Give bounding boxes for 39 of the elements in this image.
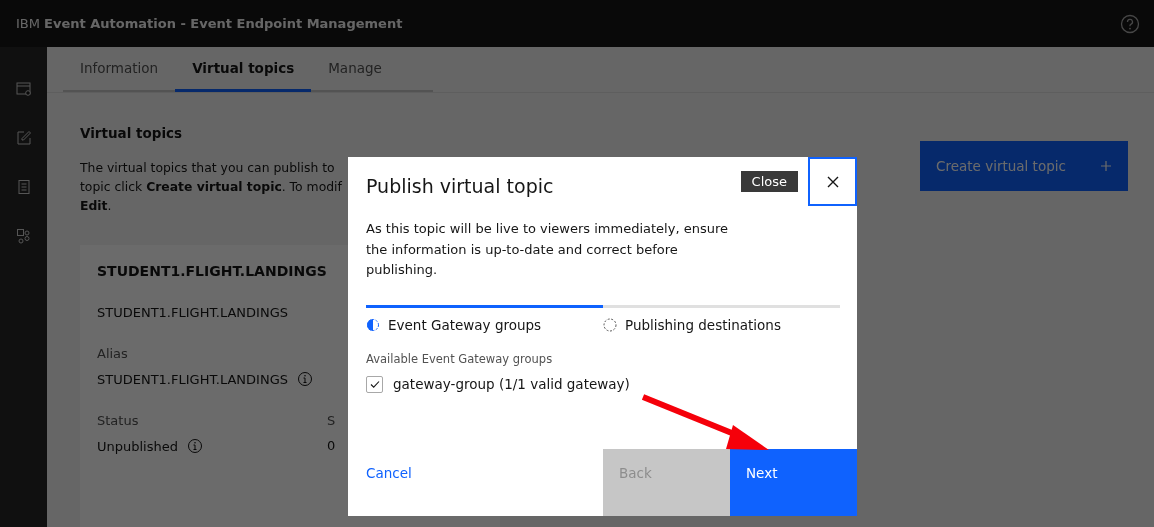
topic-name: STUDENT1.FLIGHT.LANDINGS xyxy=(97,305,288,320)
field-value: STUDENT1.FLIGHT.LANDINGS xyxy=(97,371,288,387)
description-text: Edit. xyxy=(80,197,112,215)
card-title: STUDENT1.FLIGHT.LANDINGS xyxy=(97,263,327,279)
field-value: 0 xyxy=(327,438,336,453)
field-label: S xyxy=(327,413,336,428)
plus-icon xyxy=(1100,160,1112,172)
next-button[interactable]: Next xyxy=(730,449,857,516)
dialog-title: Publish virtual topic xyxy=(366,175,554,197)
description-text: The virtual topics that you can publish to xyxy=(80,159,335,177)
info-icon[interactable] xyxy=(187,438,203,454)
edit-icon[interactable] xyxy=(15,130,32,146)
field-label: Alias xyxy=(97,346,128,361)
step-incomplete-icon xyxy=(603,317,617,332)
help-icon[interactable] xyxy=(1120,13,1140,34)
step-current-icon xyxy=(366,317,380,332)
checkbox[interactable] xyxy=(366,375,383,393)
check-icon xyxy=(368,378,381,390)
progress-step[interactable]: Event Gateway groups xyxy=(366,304,603,333)
grid-icon[interactable] xyxy=(15,228,32,244)
catalog-icon[interactable] xyxy=(15,81,32,97)
dialog-message: As this topic will be live to viewers immediately, ensure the information is up-to-date and correct before publishing. xyxy=(366,220,729,279)
tab[interactable]: Information xyxy=(63,47,176,92)
section-title: Virtual topics xyxy=(80,125,184,141)
group-list-label: Available Event Gateway groups xyxy=(366,351,554,366)
field-label: Status xyxy=(97,413,139,428)
close-button[interactable] xyxy=(808,157,857,206)
description-text: topic click Create virtual topic. To modif xyxy=(80,178,342,196)
tab[interactable]: Virtual topics xyxy=(175,47,312,92)
info-icon[interactable] xyxy=(297,371,313,387)
progress-step[interactable]: Publishing destinations xyxy=(603,304,840,333)
create-topic-button[interactable]: Create virtual topic xyxy=(920,141,1128,191)
close-tooltip: Close xyxy=(740,171,798,192)
checkbox-label: gateway-group (1/1 valid gateway) xyxy=(393,376,630,392)
document-icon[interactable] xyxy=(15,179,32,195)
field-value: Unpublished xyxy=(97,438,178,454)
tab[interactable]: Manage xyxy=(311,47,399,92)
close-icon xyxy=(825,174,840,189)
app-title: IBM Event Automation - Event Endpoint Management xyxy=(16,16,403,31)
